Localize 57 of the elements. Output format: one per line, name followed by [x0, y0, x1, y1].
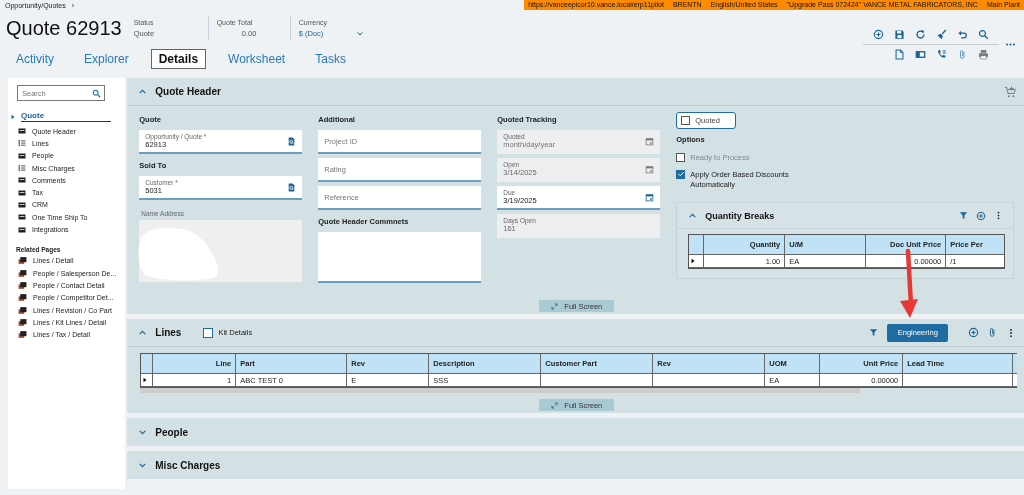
refresh-icon[interactable]	[915, 29, 926, 40]
panel-icon[interactable]	[915, 49, 926, 60]
document-icon[interactable]	[894, 49, 905, 60]
cart-icon[interactable]	[1004, 85, 1017, 98]
pages-icon	[18, 293, 27, 303]
checkbox[interactable]	[203, 327, 214, 338]
save-icon[interactable]	[894, 29, 905, 40]
page-title: Quote 62913	[6, 16, 123, 40]
list-icon	[18, 139, 26, 148]
pages-icon	[18, 280, 27, 290]
tab[interactable]: Worksheet	[220, 49, 294, 69]
panel-title: Lines	[155, 327, 182, 338]
checkbox[interactable]	[676, 169, 686, 179]
caret-icon	[10, 113, 16, 120]
pages-icon	[18, 268, 27, 278]
printer-icon[interactable]	[978, 49, 989, 60]
paperclip-icon[interactable]	[957, 49, 968, 60]
list-icon	[18, 164, 26, 173]
tab[interactable]: Activity	[8, 49, 62, 69]
filter-icon[interactable]	[869, 328, 879, 337]
pages-icon	[18, 256, 27, 266]
panel-title: Quantity Breaks	[705, 210, 775, 221]
search-icon[interactable]	[978, 29, 989, 40]
panel-title: People	[155, 426, 189, 438]
pages-icon	[18, 305, 27, 315]
filter-icon[interactable]	[959, 211, 969, 221]
collapse-chevron-icon[interactable]	[138, 328, 148, 337]
panel-title: Quote Header	[155, 86, 221, 97]
nav-section[interactable]: Quote	[21, 111, 111, 122]
search-icon[interactable]	[92, 88, 101, 98]
form-icon	[18, 213, 26, 222]
row-indicator-icon	[690, 258, 697, 265]
form-icon	[18, 176, 26, 185]
comments-field[interactable]	[318, 232, 482, 283]
form-icon	[18, 127, 26, 136]
broom-icon[interactable]	[936, 29, 947, 40]
form-icon	[18, 225, 26, 234]
undo-icon[interactable]	[957, 29, 968, 40]
collapse-chevron-icon[interactable]	[138, 87, 148, 96]
dropdown-chevron-icon[interactable]	[355, 29, 364, 38]
tab[interactable]: Explorer	[76, 49, 137, 69]
panel-title: Misc Charges	[155, 459, 221, 471]
expand-icon	[551, 302, 559, 310]
tab[interactable]: Tasks	[307, 49, 354, 69]
lookup-icon[interactable]	[287, 136, 297, 146]
expand-icon	[551, 401, 559, 409]
form-icon	[18, 200, 26, 209]
pages-icon	[18, 317, 27, 327]
row-indicator-icon	[142, 377, 149, 383]
form-icon	[18, 188, 26, 197]
pages-icon	[18, 330, 27, 340]
lookup-icon[interactable]	[287, 182, 297, 192]
tab[interactable]: Details	[150, 49, 207, 69]
calendar-icon[interactable]	[645, 192, 655, 202]
form-icon	[18, 151, 26, 160]
checkmark-icon	[676, 170, 685, 179]
phone-icon[interactable]	[936, 49, 947, 60]
